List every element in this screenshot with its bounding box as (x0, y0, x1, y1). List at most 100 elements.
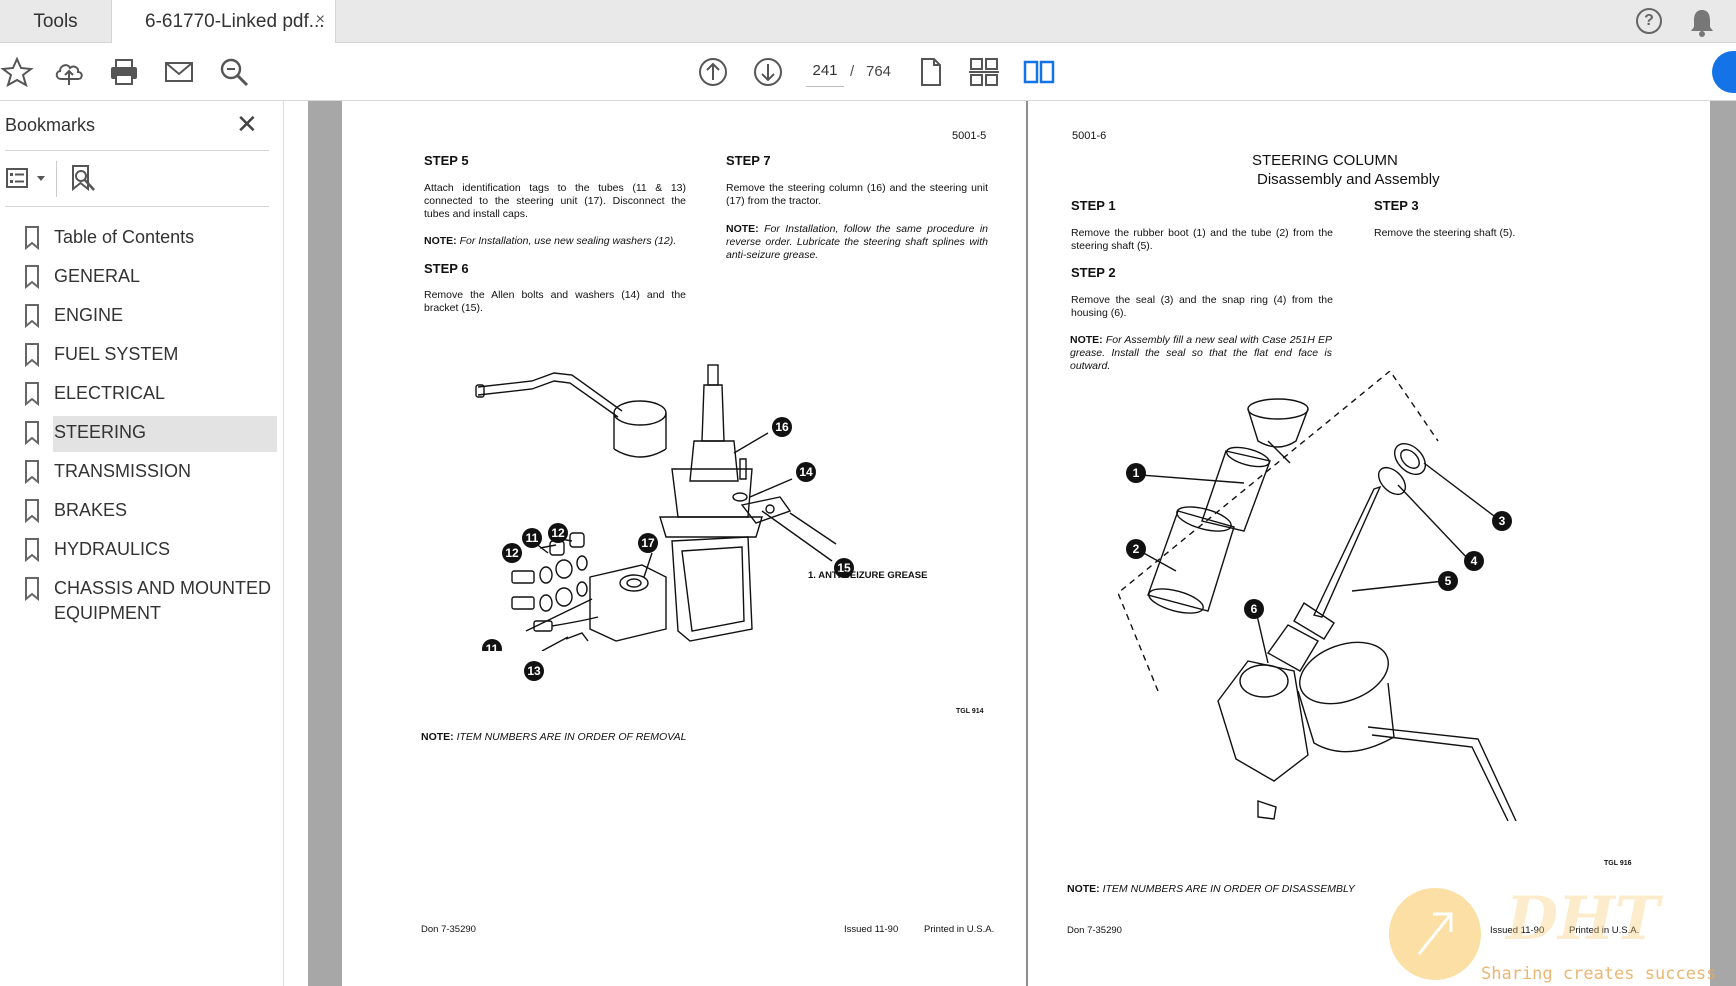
bookmark-label: CHASSIS AND MOUNTED (54, 578, 272, 598)
svg-text:1: 1 (1133, 466, 1140, 480)
step3-text: Remove the steering shaft (5). (1374, 227, 1516, 239)
page-number: 5001-6 (1072, 130, 1107, 142)
add-bookmark-icon[interactable] (68, 163, 98, 193)
footer-right: Printed in U.S.A. (924, 924, 995, 935)
bookmark-icon (25, 265, 39, 289)
figure-label: 1. ANTI-SEIZURE GREASE (808, 570, 928, 581)
svg-text:12: 12 (505, 546, 519, 560)
step1-heading: STEP 1 (1071, 198, 1116, 213)
step7-heading: STEP 7 (726, 153, 771, 168)
step7-note: NOTE: For Installation, follow the same … (726, 223, 988, 261)
bookmark-icon (25, 499, 39, 523)
bookmark-icon (25, 304, 39, 328)
tab-tools-label: Tools (33, 10, 78, 32)
callouts: 16 14 11 12 17 12 15 11 (482, 417, 854, 651)
callout-11: 11 (522, 528, 542, 548)
callout-4: 4 (1464, 551, 1484, 571)
page-total: 764 (866, 63, 892, 80)
divider (5, 206, 269, 207)
step1-text: Remove the rubber boot (1) and the tube … (1071, 227, 1333, 252)
svg-text:2: 2 (1133, 542, 1140, 556)
callout-12: 12 (548, 523, 568, 543)
page-up-icon[interactable] (696, 55, 730, 89)
bookmark-icon (25, 421, 39, 445)
footer-mid: Issued 11-90 (844, 924, 899, 935)
star-icon[interactable] (0, 55, 34, 89)
bookmark-icon (25, 460, 39, 484)
two-page-view-icon[interactable] (1022, 55, 1056, 89)
svg-text:3: 3 (1499, 514, 1506, 528)
bookmark-label: FUEL SYSTEM (54, 344, 179, 364)
bookmark-label: ENGINE (54, 305, 124, 325)
svg-text:13: 13 (527, 664, 541, 678)
step7-text: Remove the steering column (16) and the … (726, 182, 988, 207)
single-page-icon[interactable] (913, 55, 947, 89)
svg-text:16: 16 (775, 420, 789, 434)
page-left: 5001-5 STEP 5 Attach identification tags… (342, 101, 1026, 986)
figure-number: TGL 914 (956, 708, 984, 715)
bell-icon[interactable] (1688, 7, 1716, 37)
footer-left: Don 7-35290 (1067, 925, 1122, 936)
step5-heading: STEP 5 (424, 153, 469, 168)
page-margin (1710, 101, 1736, 986)
bookmark-label: BRAKES (54, 500, 128, 520)
page-number-input[interactable] (806, 55, 844, 87)
tab-close-icon[interactable]: × (316, 11, 325, 29)
bookmark-label: Table of Contents (54, 227, 195, 247)
step2-text: Remove the seal (3) and the snap ring (4… (1071, 294, 1333, 319)
divider (5, 150, 269, 151)
mail-icon[interactable] (162, 55, 196, 89)
step6-heading: STEP 6 (424, 261, 469, 276)
step3-heading: STEP 3 (1374, 198, 1419, 213)
section-subtitle: Disassembly and Assembly (1257, 171, 1440, 188)
svg-text:17: 17 (641, 536, 655, 550)
step6-text: Remove the Allen bolts and washers (14) … (424, 289, 686, 314)
zoom-search-icon[interactable] (217, 55, 251, 89)
watermark-logo-icon (1389, 888, 1481, 980)
bookmark-label: GENERAL (54, 266, 141, 286)
step5-text: Attach identification tags to the tubes … (424, 182, 686, 220)
help-icon[interactable]: ? (1636, 8, 1662, 34)
bookmark-label: EQUIPMENT (54, 603, 162, 623)
step2-note: NOTE: For Assembly fill a new seal with … (1070, 334, 1333, 372)
bookmark-label: ELECTRICAL (54, 383, 166, 403)
bookmark-label: STEERING (54, 422, 147, 442)
bookmark-icon (25, 382, 39, 406)
cloud-upload-icon[interactable] (52, 55, 86, 89)
footer-left: Don 7-35290 (421, 924, 476, 935)
steering-column-exploded-diagram: 1 2 3 4 5 6 (1118, 371, 1517, 821)
watermark-logo: DHT (1506, 884, 1660, 954)
callout-13: 13 (524, 661, 544, 681)
svg-text:5: 5 (1445, 574, 1452, 588)
bottom-note: NOTE: ITEM NUMBERS ARE IN ORDER OF REMOV… (421, 731, 687, 743)
bookmark-label: HYDRAULICS (54, 539, 171, 559)
bookmark-icon (25, 343, 39, 367)
svg-text:12: 12 (551, 526, 565, 540)
callout-16: 16 (772, 417, 792, 437)
print-icon[interactable] (107, 55, 141, 89)
tab-tools[interactable]: Tools (0, 0, 112, 43)
share-icon[interactable] (1712, 51, 1736, 93)
close-panel-icon[interactable]: ✕ (236, 109, 258, 140)
callout-6: 6 (1244, 599, 1264, 619)
figure-number: TGL 916 (1604, 860, 1632, 867)
section-title: STEERING COLUMN (1252, 152, 1398, 169)
bookmarks-title: Bookmarks (5, 115, 96, 135)
bookmarks-panel: Bookmarks ✕ Table of Contents GENERAL ENGI… (0, 101, 284, 986)
page-right: 5001-6 STEERING COLUMN Disassembly and A… (1028, 101, 1710, 986)
step5-note: NOTE: For Installation, use new sealing … (424, 235, 677, 247)
options-menu-icon[interactable] (5, 165, 47, 193)
callout-1: 1 (1126, 463, 1146, 483)
callout-3: 3 (1492, 511, 1512, 531)
page-number: 5001-5 (952, 130, 987, 142)
scroll-mode-icon[interactable] (967, 55, 1001, 89)
callout-2: 2 (1126, 539, 1146, 559)
bookmark-icon (25, 226, 39, 250)
watermark-slogan: Sharing creates success (1481, 964, 1717, 984)
callout-5: 5 (1438, 571, 1458, 591)
tab-document[interactable]: 6-61770-Linked pdf... × (112, 0, 336, 44)
page-down-icon[interactable] (751, 55, 785, 89)
page-margin (308, 101, 342, 986)
bookmark-icon (25, 577, 39, 601)
bookmark-icon (25, 538, 39, 562)
